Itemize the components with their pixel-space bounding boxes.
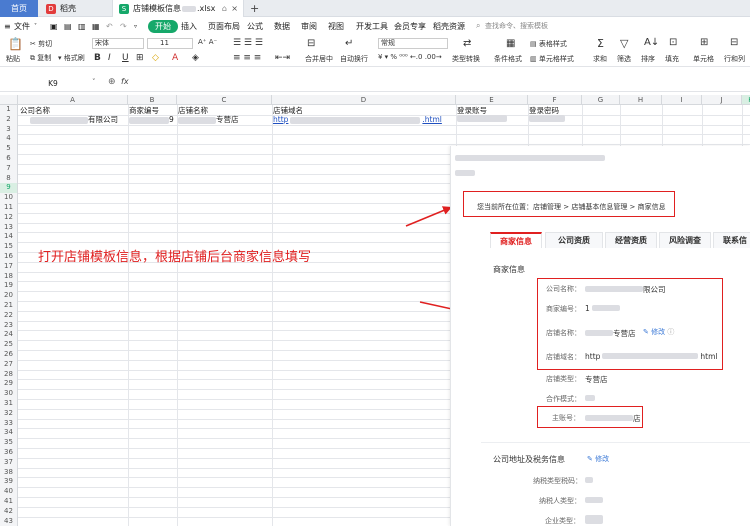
domain-prefix: http [585, 352, 601, 361]
edit-tax-button[interactable]: ✎ 修改 [587, 454, 609, 464]
shop-type-label: 店铺类型： [546, 375, 581, 383]
section-title: 商家信息 [493, 265, 525, 274]
shop-name-text: 专营店 [613, 329, 636, 338]
tab-contact[interactable]: 联系信 [713, 232, 750, 248]
domain-value: http html [585, 352, 718, 361]
tab-company-qualification[interactable]: 公司资质 [545, 232, 603, 248]
breadcrumb: 您当前所在位置：店铺管理 > 店铺基本信息管理 > 商家信息 [477, 203, 666, 211]
merchant-no-label: 商家编号： [546, 305, 581, 313]
company-label: 公司名称： [546, 285, 581, 293]
merchant-no-value: 1 [585, 304, 620, 313]
edit-label: 修改 [651, 328, 666, 336]
edit-tax-label: 修改 [595, 455, 610, 463]
edit-shop-name-button[interactable]: ✎ 修改 ⓘ [643, 327, 674, 337]
shop-name-value: 专营店 [585, 328, 636, 339]
arrow-to-breadcrumb [405, 206, 453, 227]
taxpayer-type-label: 纳税人类型： [539, 497, 581, 505]
taxpayer-no-label: 纳税类型税码： [533, 477, 582, 485]
main-account-label: 主账号： [552, 414, 580, 422]
company-value: 限公司 [585, 284, 666, 295]
panel-header-blur [455, 154, 635, 162]
tax-section-title: 公司地址及税务信息 [493, 455, 565, 464]
tab-merchant-info[interactable]: 商家信息 [490, 232, 542, 248]
shop-type-value: 专营店 [585, 375, 608, 384]
company-value-text: 限公司 [643, 285, 666, 294]
company-type-label: 企业类型： [545, 517, 580, 525]
domain-label: 店铺域名： [546, 353, 581, 361]
help-icon: ⓘ [667, 328, 675, 336]
shop-name-label: 店铺名称： [546, 329, 581, 337]
main-account-value: 店 [585, 413, 641, 424]
domain-suffix: html [700, 352, 718, 361]
merchant-info-panel: 您当前所在位置：店铺管理 > 店铺基本信息管理 > 商家信息 商家信息 公司资质… [450, 146, 750, 526]
merchant-no-text: 1 [585, 304, 590, 313]
coop-label: 合作模式： [546, 395, 581, 403]
tab-risk-survey[interactable]: 风险调查 [659, 232, 711, 248]
main-account-text: 店 [633, 414, 641, 423]
tab-business-qualification[interactable]: 经营资质 [605, 232, 657, 248]
section-divider [481, 442, 750, 443]
